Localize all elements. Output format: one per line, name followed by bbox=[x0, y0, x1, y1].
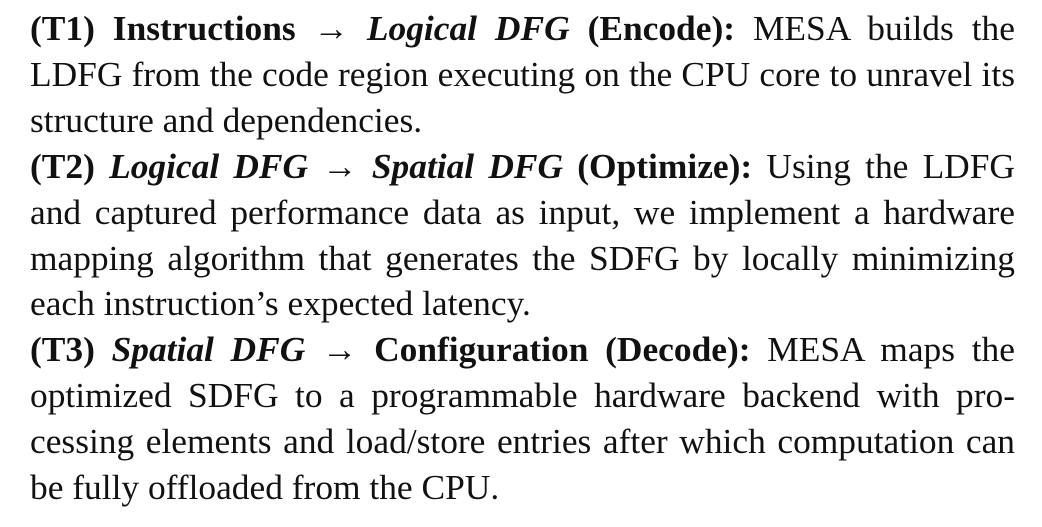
task-t3-arrow: → bbox=[321, 329, 358, 370]
task-t2-arrow: → bbox=[322, 145, 358, 186]
task-t2-heading-tail: (Optimize): bbox=[577, 145, 753, 186]
task-t1-heading-source: Instructions bbox=[112, 8, 296, 48]
task-t1-paragraph: (T1) Instructions → Logical DFG (Encode)… bbox=[30, 6, 1015, 144]
task-t1-heading-tail: (Encode): bbox=[587, 8, 736, 48]
task-t2-label: (T2) bbox=[30, 145, 95, 186]
task-t2-heading-source: Logical DFG bbox=[109, 145, 309, 186]
task-t3-paragraph: (T3) Spatial DFG → Configuration (Decode… bbox=[30, 327, 1015, 511]
task-t3-heading-source: Spatial DFG bbox=[111, 329, 306, 370]
task-t2-heading-target: Spatial DFG bbox=[371, 145, 564, 186]
task-t1-heading-target: Logical DFG bbox=[366, 8, 570, 48]
task-t1-arrow: → bbox=[313, 8, 349, 48]
task-t3-label: (T3) bbox=[30, 329, 95, 370]
task-t1-label: (T1) bbox=[30, 8, 95, 48]
document-body: (T1) Instructions → Logical DFG (Encode)… bbox=[30, 6, 1015, 511]
task-t2-paragraph: (T2) Logical DFG → Spatial DFG (Optimize… bbox=[30, 144, 1015, 328]
task-t3-heading-target: Configuration (Decode): bbox=[374, 329, 751, 370]
